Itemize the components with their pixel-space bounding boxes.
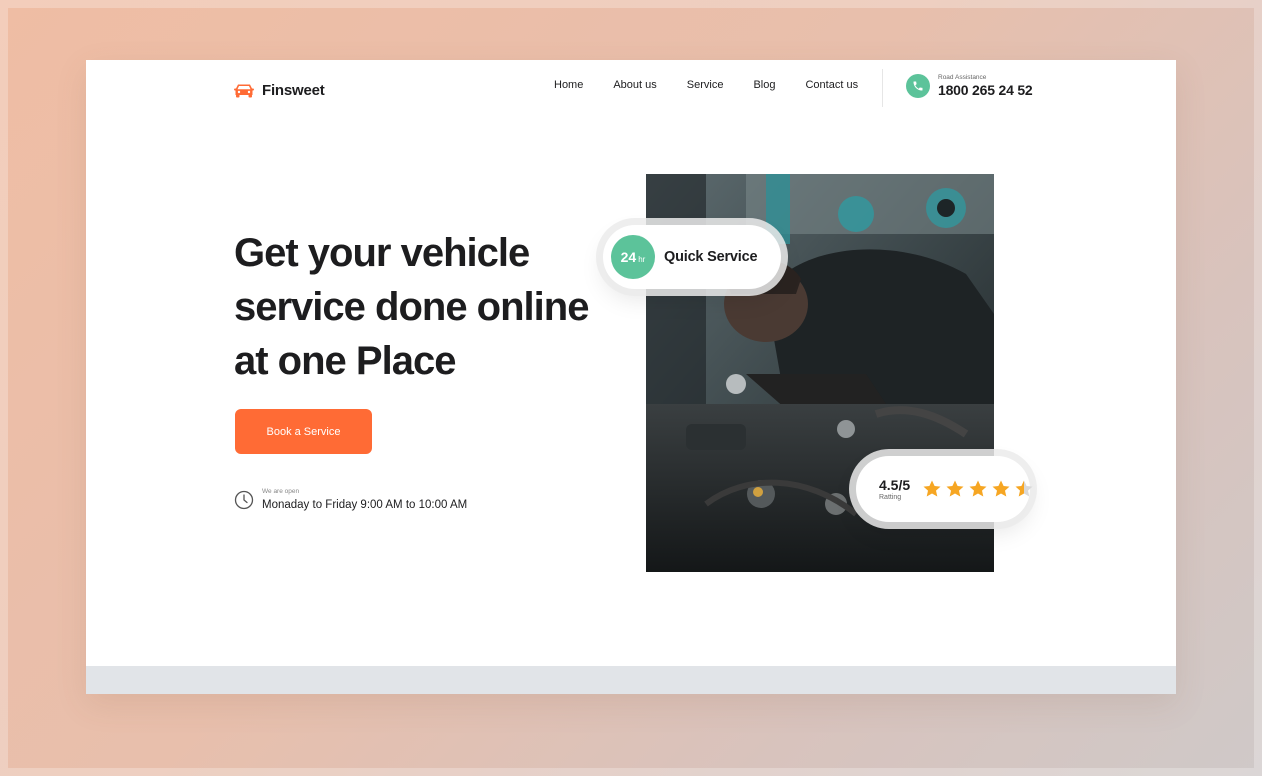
star-icon [946, 480, 964, 497]
badge-24-unit: hr [638, 254, 646, 264]
hero-title-line-1: Get your vehicle [234, 231, 530, 275]
star-icon [969, 480, 987, 497]
clock-icon [234, 490, 254, 510]
hero-title-line-3: at one Place [234, 339, 456, 383]
rating-caption: Ratting [879, 493, 902, 501]
opening-hours: We are open Monaday to Friday 9:00 AM to… [234, 487, 467, 513]
rating-badge: 4.5/5 Ratting [856, 456, 1033, 522]
star-icon [992, 480, 1010, 497]
nav-service[interactable]: Service [687, 79, 724, 91]
next-section-strip [86, 666, 1176, 694]
hours-24-badge: 24 hr [611, 235, 655, 279]
main-nav: Home About us Service Blog Contact us [554, 79, 858, 91]
nav-about-us[interactable]: About us [613, 79, 656, 91]
brand-logo[interactable]: Finsweet [234, 80, 325, 100]
landing-page-card: Finsweet Home About us Service Blog Cont… [86, 60, 1176, 694]
hero-title-line-2: service done online [234, 285, 589, 329]
rating-stars [922, 479, 1034, 499]
car-icon [234, 84, 254, 98]
road-assistance-contact[interactable]: Road Assistance 1800 265 24 52 [906, 73, 1033, 98]
quick-service-badge: 24 hr Quick Service [603, 225, 781, 289]
hours-caption: We are open [262, 488, 300, 495]
phone-number[interactable]: 1800 265 24 52 [938, 82, 1033, 98]
hours-text: Monaday to Friday 9:00 AM to 10:00 AM [262, 499, 468, 511]
phone-icon [906, 73, 930, 98]
nav-blog[interactable]: Blog [753, 79, 775, 91]
phone-text: Road Assistance 1800 265 24 52 [938, 73, 1033, 98]
book-service-button[interactable]: Book a Service [235, 409, 372, 454]
rating-value: 4.5/5 [879, 476, 911, 493]
nav-home[interactable]: Home [554, 79, 583, 91]
star-icon [1015, 480, 1033, 497]
quick-service-label: Quick Service [664, 249, 758, 265]
star-icon [923, 480, 941, 497]
brand-name: Finsweet [262, 81, 325, 99]
badge-24-number: 24 [620, 249, 637, 265]
hero-title: Get your vehicle service done online at … [234, 226, 654, 388]
nav-contact-us[interactable]: Contact us [805, 79, 858, 91]
header-divider [882, 69, 883, 107]
phone-caption: Road Assistance [938, 74, 987, 81]
